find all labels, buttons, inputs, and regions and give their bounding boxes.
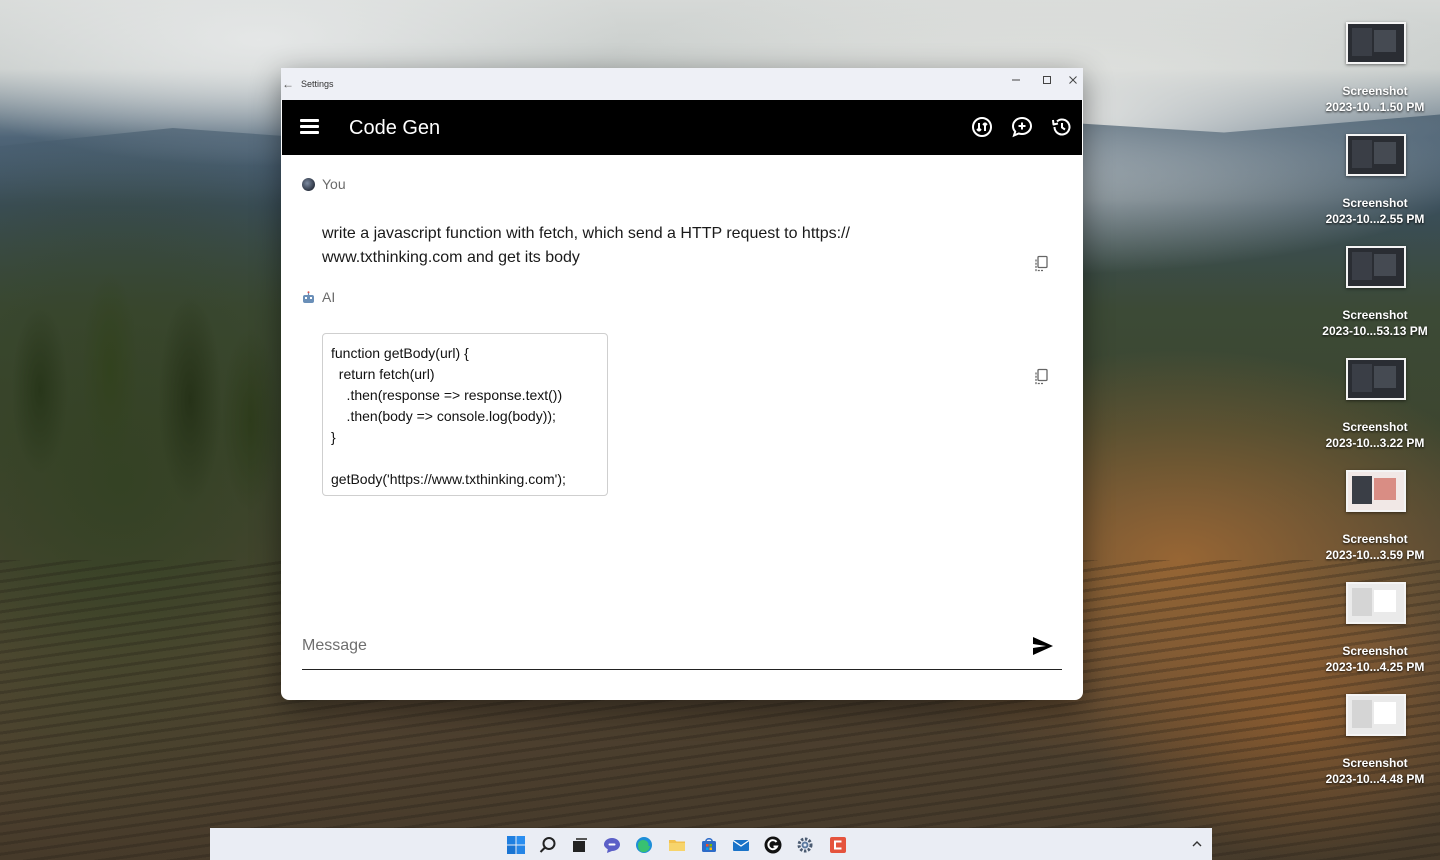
chat-icon[interactable]	[603, 836, 621, 854]
screenshot-thumbnail-icon	[1346, 246, 1406, 288]
screenshot-thumbnail-icon	[1346, 582, 1406, 624]
desktop-icon-label: Screenshot	[1342, 532, 1408, 546]
message-header-you: You	[302, 175, 346, 193]
maximize-icon	[1043, 76, 1051, 84]
maximize-button[interactable]	[1032, 68, 1062, 92]
window-titlebar[interactable]: ← Settings	[281, 68, 1083, 100]
code-block[interactable]: function getBody(url) { return fetch(url…	[322, 333, 608, 496]
user-avatar	[302, 177, 315, 191]
copy-button[interactable]	[1033, 255, 1049, 273]
desktop-icon-subtitle: 2023-10...1.50 PM	[1325, 100, 1425, 114]
desktop-icon-screenshot[interactable]: Screenshot 2023-10...4.48 PM	[1310, 694, 1440, 794]
desktop-icon-subtitle: 2023-10...3.59 PM	[1325, 548, 1425, 562]
desktop-icon-screenshot[interactable]: Screenshot 2023-10...53.13 PM	[1310, 246, 1440, 346]
message-header-ai: AI	[302, 288, 335, 306]
screenshot-thumbnail-icon	[1346, 358, 1406, 400]
settings-icon[interactable]	[796, 836, 814, 854]
desktop-icon-subtitle: 2023-10...4.25 PM	[1325, 660, 1425, 674]
store-icon[interactable]	[700, 836, 718, 854]
desktop-icon-label: Screenshot	[1342, 756, 1408, 770]
wallpaper-trees	[0, 230, 280, 610]
screenshot-thumbnail-icon	[1346, 134, 1406, 176]
app-bar: Code Gen	[282, 100, 1082, 155]
code-line: return fetch(url)	[331, 366, 435, 382]
swap-model-icon[interactable]	[968, 113, 996, 141]
sender-name: You	[322, 176, 346, 192]
code-line: getBody('https://www.txthinking.com');	[331, 471, 566, 487]
send-icon	[1033, 637, 1053, 655]
close-icon	[1069, 76, 1077, 84]
desktop-icon-subtitle: 2023-10...3.22 PM	[1325, 436, 1425, 450]
code-line: }	[331, 429, 336, 445]
desktop-icon-screenshot[interactable]: Screenshot 2023-10...1.50 PM	[1310, 22, 1440, 122]
robot-icon	[302, 290, 315, 304]
edge-icon[interactable]	[635, 836, 653, 854]
app-title: Code Gen	[349, 117, 441, 139]
desktop-icon-screenshot[interactable]: Screenshot 2023-10...3.22 PM	[1310, 358, 1440, 458]
message-composer	[302, 623, 1062, 670]
task-view-icon[interactable]	[571, 836, 589, 854]
desktop-icon-screenshot[interactable]: Screenshot 2023-10...4.25 PM	[1310, 582, 1440, 682]
screenshot-thumbnail-icon	[1346, 470, 1406, 512]
message-input[interactable]	[302, 631, 1002, 661]
screenshot-thumbnail-icon	[1346, 694, 1406, 736]
app-c-icon[interactable]	[829, 836, 847, 854]
user-message-text: write a javascript function with fetch, …	[322, 225, 850, 266]
window-title: Settings	[301, 79, 334, 89]
desktop-icon-label: Screenshot	[1342, 196, 1408, 210]
desktop-icon-screenshot[interactable]: Screenshot 2023-10...3.59 PM	[1310, 470, 1440, 570]
desktop-icon-subtitle: 2023-10...53.13 PM	[1322, 324, 1428, 338]
desktop-icon-screenshot[interactable]: Screenshot 2023-10...2.55 PM	[1310, 134, 1440, 234]
sender-name: AI	[322, 289, 336, 305]
chevron-up-icon[interactable]	[1190, 837, 1204, 851]
copy-icon	[1035, 368, 1048, 385]
desktop-icon-subtitle: 2023-10...2.55 PM	[1325, 212, 1425, 226]
app-g-icon[interactable]	[764, 836, 782, 854]
desktop-icon-subtitle: 2023-10...4.48 PM	[1325, 772, 1425, 786]
file-explorer-icon[interactable]	[668, 836, 686, 854]
history-icon[interactable]	[1048, 113, 1076, 141]
taskbar	[210, 828, 1212, 860]
app-window: ← Settings Code Gen You write a javascri…	[281, 68, 1083, 700]
back-arrow-icon[interactable]: ←	[281, 76, 295, 92]
minimize-icon	[1012, 79, 1020, 81]
desktop-icon-label: Screenshot	[1342, 308, 1408, 322]
code-line: .then(body => console.log(body));	[331, 408, 556, 424]
search-icon[interactable]	[539, 836, 557, 854]
copy-button[interactable]	[1033, 368, 1049, 386]
mail-icon[interactable]	[732, 836, 750, 854]
chat-area[interactable]: You write a javascript function with fet…	[282, 155, 1082, 595]
new-chat-icon[interactable]	[1008, 113, 1036, 141]
menu-icon[interactable]	[300, 117, 320, 137]
screenshot-thumbnail-icon	[1346, 22, 1406, 64]
copy-icon	[1035, 255, 1048, 272]
send-button[interactable]	[1031, 635, 1055, 657]
desktop-icon-label: Screenshot	[1342, 84, 1408, 98]
close-button[interactable]	[1063, 68, 1083, 92]
minimize-button[interactable]	[1001, 68, 1031, 92]
windows-start-icon[interactable]	[507, 836, 525, 854]
code-line: .then(response => response.text())	[331, 387, 563, 403]
code-line: function getBody(url) {	[331, 345, 469, 361]
desktop-icon-label: Screenshot	[1342, 644, 1408, 658]
desktop-icon-label: Screenshot	[1342, 420, 1408, 434]
